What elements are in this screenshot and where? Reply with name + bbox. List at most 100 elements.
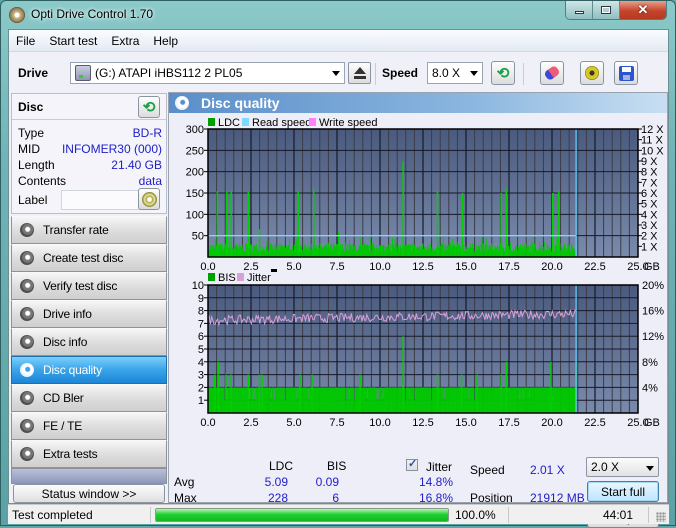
nav-transfer-rate[interactable]: Transfer rate xyxy=(11,216,167,244)
stats-max-bis: 6 xyxy=(332,491,339,505)
bis-bar xyxy=(355,387,357,413)
bis-bar xyxy=(242,387,244,413)
refresh-button[interactable]: ⟲ xyxy=(491,61,515,85)
bis-bar xyxy=(367,387,369,413)
ldc-bar xyxy=(342,244,344,257)
ldc-bar xyxy=(407,244,409,257)
bis-bar xyxy=(427,387,429,413)
bis-bar xyxy=(473,400,475,413)
ldc-bar xyxy=(340,243,342,257)
ldc-bar xyxy=(535,248,537,257)
ldc-bar xyxy=(228,237,230,257)
drive-select[interactable]: (G:) ATAPI iHBS112 2 PL05 xyxy=(70,62,345,84)
bis-bar xyxy=(324,387,326,413)
bis-bar xyxy=(376,400,378,413)
ldc-bar xyxy=(380,246,382,257)
nav-label: Create test disc xyxy=(43,251,124,265)
ldc-bar xyxy=(254,245,256,257)
stats-avg-label: Avg xyxy=(174,475,195,489)
ldc-bar xyxy=(438,247,440,257)
ldc-peak xyxy=(230,190,232,257)
menu-start-test[interactable]: Start test xyxy=(42,34,104,48)
eject-button[interactable] xyxy=(348,62,371,84)
nav-disc-info[interactable]: Disc info xyxy=(11,328,167,356)
disc-refresh-button[interactable]: ⟲ xyxy=(138,96,160,118)
ldc-bar xyxy=(557,249,559,257)
disc-length-row: Length 21.40 GB xyxy=(18,158,162,174)
speed-select[interactable]: 8.0 X xyxy=(427,62,483,84)
ldc-bar xyxy=(238,247,240,257)
bis-bar xyxy=(464,387,466,413)
menu-extra[interactable]: Extra xyxy=(104,34,146,48)
resize-grip[interactable] xyxy=(656,512,666,522)
maximize-button[interactable] xyxy=(593,1,620,19)
ldc-bar xyxy=(445,245,447,257)
bis-bar xyxy=(290,387,292,413)
nav-drive-info[interactable]: Drive info xyxy=(11,300,167,328)
ldc-bar xyxy=(294,243,296,257)
bis-bar xyxy=(252,400,254,413)
bis-bar xyxy=(232,387,234,413)
nav-extra-tests[interactable]: Extra tests xyxy=(11,440,167,468)
bis-bar xyxy=(223,387,225,413)
disc-label-key: Label xyxy=(18,193,48,207)
y-tick-label: 7 xyxy=(198,318,204,330)
test-speed-select[interactable]: 2.0 X xyxy=(586,457,659,477)
bis-bar xyxy=(475,387,477,413)
ldc-bar xyxy=(385,246,387,257)
x-tick-label: 15.0 xyxy=(455,261,476,273)
bis-bar xyxy=(279,387,281,413)
menu-file[interactable]: File xyxy=(9,34,42,48)
ldc-bar xyxy=(276,245,278,257)
ldc-bar xyxy=(411,243,413,257)
bis-bar xyxy=(423,387,424,413)
close-button[interactable]: ✕ xyxy=(620,1,666,19)
menu-help[interactable]: Help xyxy=(146,34,185,48)
ldc-bar xyxy=(272,249,274,257)
disc-label-button[interactable] xyxy=(138,188,160,210)
ldc-bar xyxy=(409,244,411,257)
ldc-bar xyxy=(291,249,293,257)
jitter-header: Jitter xyxy=(426,460,453,474)
ldc-bar xyxy=(422,243,424,257)
y-tick-label: 5 xyxy=(198,344,204,356)
ldc-legend: LDC Read speed Write speed xyxy=(208,117,378,129)
jitter-legend-label: Jitter xyxy=(247,272,271,284)
save-button[interactable] xyxy=(614,61,638,85)
minimize-button[interactable] xyxy=(566,1,593,19)
stats-ldc-header: LDC xyxy=(269,459,294,473)
ldc-bar xyxy=(568,245,570,257)
ldc-peak xyxy=(226,190,228,257)
bis-bar xyxy=(343,387,345,413)
bis-bar xyxy=(380,387,381,413)
bis-bar xyxy=(234,387,236,413)
nav-create-test-disc[interactable]: Create test disc xyxy=(11,244,167,272)
disc-label-input[interactable] xyxy=(61,190,141,210)
nav-disc-quality[interactable]: Disc quality xyxy=(11,356,167,384)
ldc-bar xyxy=(410,244,412,257)
ldc-bar xyxy=(380,245,381,257)
title-bar[interactable]: Opti Drive Control 1.70 ✕ xyxy=(1,1,675,29)
settings-button[interactable] xyxy=(580,61,604,85)
bis-bar xyxy=(519,400,521,413)
ldc-bar xyxy=(531,237,533,257)
y2-tick-label: 12 X xyxy=(641,124,664,136)
ldc-bar xyxy=(309,247,311,257)
erase-button[interactable] xyxy=(540,61,564,85)
bis-bar xyxy=(428,387,430,413)
ldc-bar xyxy=(574,251,576,257)
nav-fe-te[interactable]: FE / TE xyxy=(11,412,167,440)
x-tick-label: 7.5 xyxy=(329,417,344,429)
ldc-bar xyxy=(365,244,367,257)
nav-verify-test-disc[interactable]: Verify test disc xyxy=(11,272,167,300)
bis-bar xyxy=(419,387,421,413)
jitter-checkbox[interactable] xyxy=(406,457,418,471)
status-window-button[interactable]: Status window >> xyxy=(13,484,165,503)
ldc-bar xyxy=(334,246,336,257)
bis-bar xyxy=(443,400,445,413)
nav-cd-bler[interactable]: CD Bler xyxy=(11,384,167,412)
bis-bar xyxy=(562,387,564,413)
ldc-bar xyxy=(261,250,263,257)
ldc-bar xyxy=(221,244,223,257)
start-full-button[interactable]: Start full xyxy=(587,481,659,502)
